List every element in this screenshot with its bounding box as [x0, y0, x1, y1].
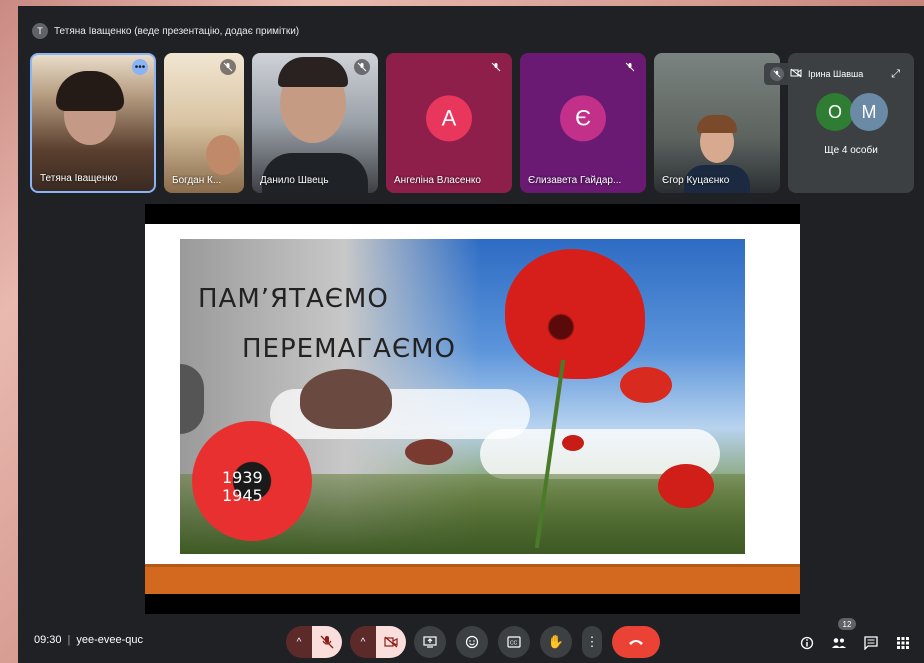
participant-tile[interactable]: А Ангеліна Власенко: [386, 53, 512, 193]
mic-off-icon: [320, 635, 334, 649]
camera-toggle-button[interactable]: [376, 626, 406, 658]
poppy-flower: [505, 249, 645, 379]
mic-off-icon: [354, 59, 370, 75]
participant-avatar: М: [850, 93, 888, 131]
pinned-participant-name: Ірина Шавша: [808, 69, 864, 79]
presenter-avatar: T: [32, 23, 48, 39]
participant-avatar: А: [426, 95, 472, 142]
audio-options-button[interactable]: ^: [286, 626, 312, 658]
mic-toggle-button[interactable]: [312, 626, 342, 658]
more-participants-tile[interactable]: Ірина Шавша ⤢ О М Ще 4 особи: [764, 53, 914, 193]
participant-hair: [697, 115, 737, 133]
poppy-flower: [620, 367, 672, 403]
captions-button[interactable]: CC: [498, 626, 530, 658]
poppy-flower: [405, 439, 453, 465]
slide-footer-bar: [145, 564, 800, 594]
mic-off-icon: [622, 59, 638, 75]
leave-call-button[interactable]: [612, 626, 660, 658]
more-options-icon[interactable]: •••: [132, 59, 148, 75]
participant-hair: [56, 71, 124, 111]
participant-name: Богдан К...: [172, 175, 222, 186]
more-options-button[interactable]: ⋮: [582, 626, 602, 658]
presenter-bar: T Тетяна Іващенко (веде презентацію, дод…: [32, 20, 299, 42]
info-icon: [800, 636, 814, 650]
video-options-button[interactable]: ^: [350, 626, 376, 658]
svg-text:CC: CC: [510, 641, 518, 647]
participant-avatar: О: [816, 93, 854, 131]
participant-tile[interactable]: Богдан К...: [164, 53, 244, 193]
more-icon: ⋮: [585, 634, 599, 649]
pinned-participant-bar: Ірина Шавша ⤢: [764, 63, 906, 85]
camera-off-icon: [790, 68, 802, 80]
expand-icon[interactable]: ⤢: [891, 68, 900, 81]
year-start: 1939: [222, 468, 263, 487]
participant-tile[interactable]: ••• Тетяна Іващенко: [30, 53, 156, 193]
poppy-flower: [658, 464, 714, 508]
emoji-icon: [465, 635, 479, 649]
captions-icon: CC: [507, 636, 521, 648]
years-label: 1939 1945: [222, 469, 263, 505]
participant-tile[interactable]: Єгор Куцаєнко: [654, 53, 780, 193]
chat-button[interactable]: [860, 632, 882, 654]
separator: |: [67, 634, 71, 646]
participant-name: Тетяна Іващенко: [40, 173, 118, 184]
slide-image: ПАМ’ЯТАЄМО ПЕРЕМАГАЄМО 1939 1945: [180, 239, 745, 554]
chevron-up-icon: ^: [360, 636, 366, 648]
participant-face: [206, 135, 240, 175]
presenter-text: Тетяна Іващенко (веде презентацію, додає…: [54, 25, 300, 37]
participant-tile[interactable]: Є Єлизавета Гайдар...: [520, 53, 646, 193]
bottom-toolbar: 09:30 | yee-evee-quc ^ ^ CC ✋ ⋮ 12: [18, 618, 924, 662]
mic-off-icon: [220, 59, 236, 75]
emoji-button[interactable]: [456, 626, 488, 658]
activities-icon: [897, 637, 909, 649]
meet-window: T Тетяна Іващенко (веде презентацію, дод…: [18, 6, 924, 663]
slide-title-line2: ПЕРЕМАГАЄМО: [242, 334, 456, 364]
meeting-time: 09:30: [34, 634, 62, 646]
people-icon: [832, 638, 846, 648]
present-icon: [423, 636, 437, 648]
presentation-slide: ПАМ’ЯТАЄМО ПЕРЕМАГАЄМО 1939 1945: [145, 224, 800, 594]
people-button[interactable]: [828, 632, 850, 654]
slide-title-line1: ПАМ’ЯТАЄМО: [198, 284, 389, 314]
participant-hair: [278, 57, 348, 87]
people-count-badge: 12: [838, 618, 856, 630]
participant-name: Єлизавета Гайдар...: [528, 175, 622, 186]
participant-name: Єгор Куцаєнко: [662, 175, 730, 186]
participant-name: Ангеліна Власенко: [394, 175, 481, 186]
activities-button[interactable]: [892, 632, 914, 654]
mic-off-icon: [488, 59, 504, 75]
participant-name: Данило Швець: [260, 175, 329, 186]
participant-shirt: [262, 153, 368, 193]
poppy-flower: [562, 435, 584, 451]
camera-off-icon: [384, 636, 398, 648]
participant-tile[interactable]: Данило Швець: [252, 53, 378, 193]
mic-off-icon: [770, 67, 784, 81]
meeting-details-button[interactable]: [796, 632, 818, 654]
presentation-stage: ПАМ’ЯТАЄМО ПЕРЕМАГАЄМО 1939 1945: [145, 204, 800, 614]
raise-hand-button[interactable]: ✋: [540, 626, 572, 658]
meeting-info: 09:30 | yee-evee-quc: [34, 634, 143, 646]
chat-icon: [864, 636, 878, 650]
meeting-code[interactable]: yee-evee-quc: [76, 634, 143, 646]
present-button[interactable]: [414, 626, 446, 658]
participant-avatar: Є: [560, 95, 606, 142]
chevron-up-icon: ^: [296, 636, 302, 648]
more-participants-label: Ще 4 особи: [824, 145, 878, 156]
raise-hand-icon: ✋: [547, 634, 565, 649]
year-end: 1945: [222, 486, 263, 505]
end-call-icon: [629, 640, 643, 645]
poppy-flower: [300, 369, 392, 429]
